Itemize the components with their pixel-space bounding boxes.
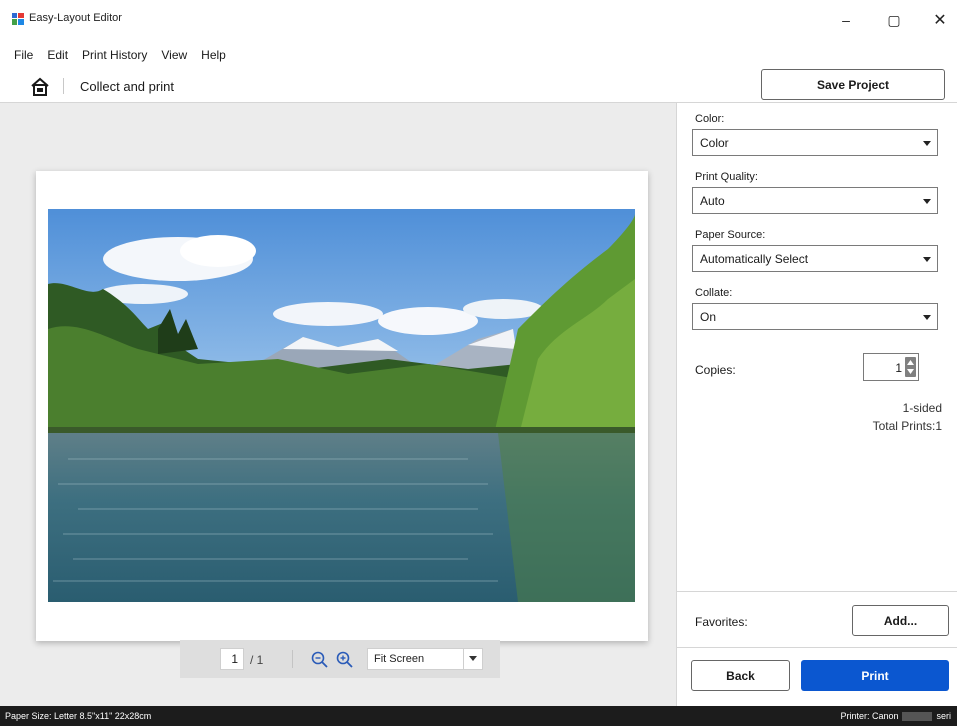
collate-select[interactable]: On: [692, 303, 938, 330]
app-icon: [12, 13, 24, 25]
panel-divider: [677, 647, 957, 648]
chevron-down-icon: [923, 141, 931, 146]
save-project-button[interactable]: Save Project: [761, 69, 945, 100]
print-settings-panel: Color: Color Print Quality: Auto Paper S…: [676, 102, 957, 707]
close-button[interactable]: ✕: [918, 6, 957, 34]
total-prints-info: Total Prints:1: [872, 419, 942, 433]
collate-value: On: [700, 310, 717, 324]
minimize-button[interactable]: –: [824, 6, 868, 34]
page-number-input[interactable]: 1: [220, 648, 244, 670]
window-title: Easy-Layout Editor: [29, 12, 122, 24]
chevron-down-icon: [923, 199, 931, 204]
chevron-down-icon: [923, 315, 931, 320]
copies-label: Copies:: [695, 363, 736, 377]
print-quality-value: Auto: [700, 194, 725, 208]
menu-view[interactable]: View: [161, 48, 187, 62]
printer-name: Printer: Canon: [840, 711, 899, 721]
copies-stepper[interactable]: 1: [863, 353, 919, 381]
zoom-in-icon[interactable]: [336, 651, 353, 668]
printer-series: seri: [936, 711, 951, 721]
lake-landscape-photo[interactable]: [48, 209, 635, 602]
color-label: Color:: [695, 113, 725, 125]
paper-source-label: Paper Source:: [695, 229, 766, 241]
page-total: / 1: [250, 653, 264, 667]
stepper-arrows-icon[interactable]: [905, 357, 916, 377]
status-bar: Paper Size: Letter 8.5"x11" 22x28cm Prin…: [0, 706, 957, 726]
favorites-label: Favorites:: [695, 615, 748, 629]
zoom-level-select[interactable]: Fit Screen: [367, 648, 483, 670]
color-select[interactable]: Color: [692, 129, 938, 156]
print-quality-select[interactable]: Auto: [692, 187, 938, 214]
menu-print-history[interactable]: Print History: [82, 48, 147, 62]
title-bar: Easy-Layout Editor – ▢ ✕: [0, 0, 957, 40]
zoom-out-icon[interactable]: [311, 651, 328, 668]
paper-source-value: Automatically Select: [700, 252, 809, 266]
menu-file[interactable]: File: [14, 48, 33, 62]
sided-info: 1-sided: [902, 401, 942, 415]
preview-area: 1 / 1 Fit Screen: [0, 102, 676, 707]
printer-status: Printer: Canon seri: [840, 711, 951, 721]
menu-edit[interactable]: Edit: [47, 48, 68, 62]
paper-size-status: Paper Size: Letter 8.5"x11" 22x28cm: [5, 711, 152, 721]
maximize-button[interactable]: ▢: [872, 6, 916, 34]
home-icon[interactable]: [30, 77, 50, 97]
color-value: Color: [700, 136, 729, 150]
print-quality-label: Print Quality:: [695, 171, 758, 183]
redacted-text: [902, 711, 933, 721]
back-button[interactable]: Back: [691, 660, 790, 691]
print-button[interactable]: Print: [801, 660, 949, 691]
page-title: Collect and print: [80, 79, 174, 94]
collate-label: Collate:: [695, 287, 733, 299]
zoom-level-value: Fit Screen: [374, 653, 425, 665]
panel-divider: [677, 591, 957, 592]
menu-help[interactable]: Help: [201, 48, 226, 62]
paper-preview: [36, 171, 648, 641]
copies-value: 1: [895, 361, 902, 375]
breadcrumb-separator: [63, 78, 64, 94]
chevron-down-icon: [923, 257, 931, 262]
chevron-down-icon[interactable]: [463, 649, 482, 669]
paper-source-select[interactable]: Automatically Select: [692, 245, 938, 272]
page-navigator: 1 / 1 Fit Screen: [180, 640, 500, 678]
add-favorite-button[interactable]: Add...: [852, 605, 949, 636]
menu-bar: File Edit Print History View Help: [14, 48, 226, 62]
pager-divider: [292, 650, 293, 668]
